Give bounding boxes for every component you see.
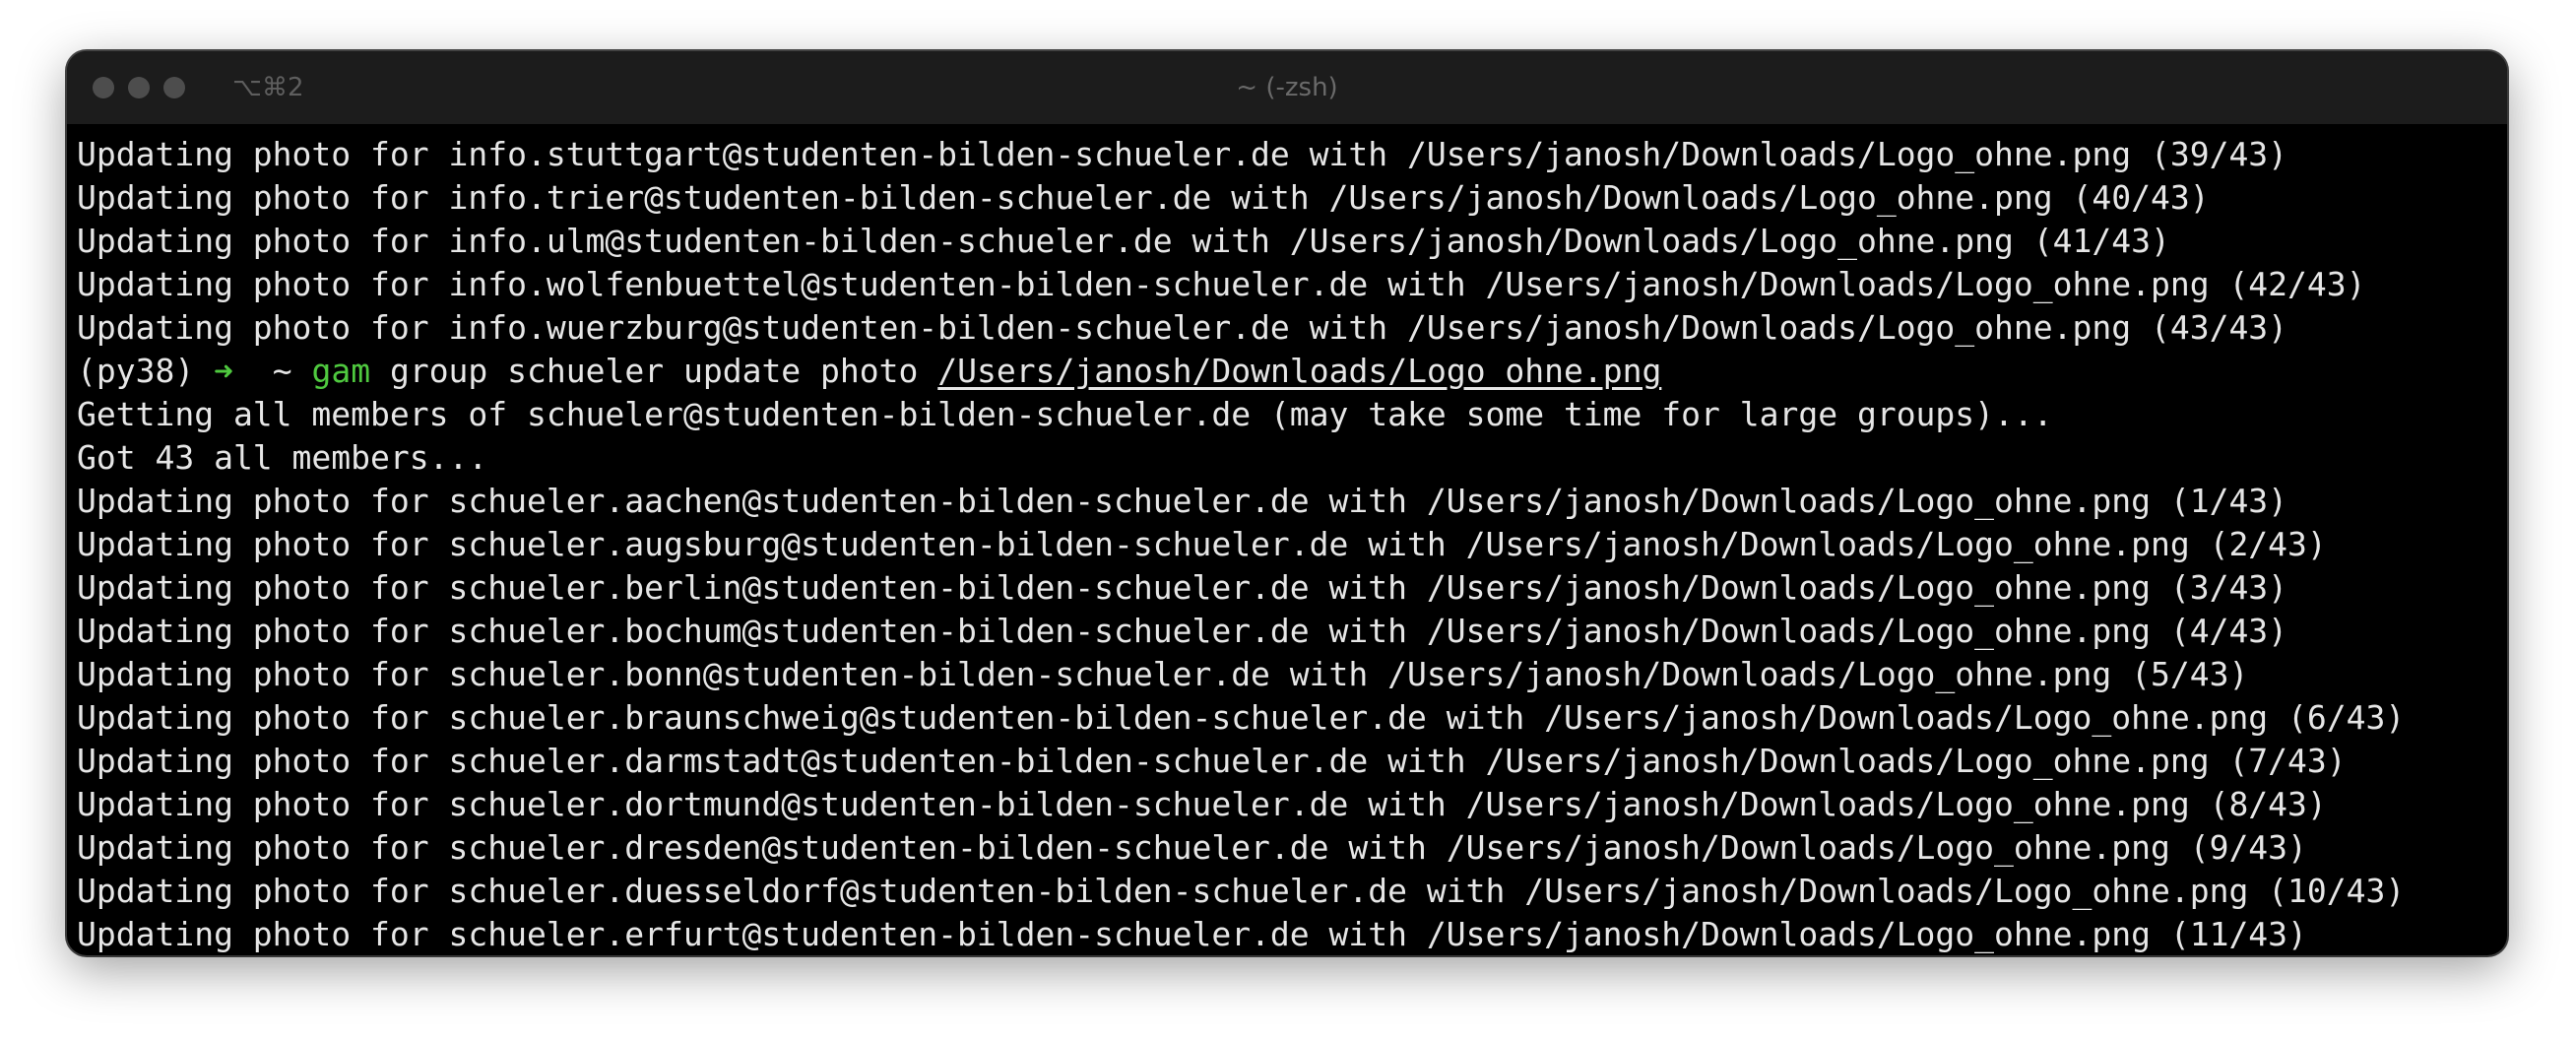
command-name: gam	[311, 352, 371, 390]
output-line: Updating photo for schueler.bochum@stude…	[77, 612, 2288, 650]
output-line: Updating photo for schueler.berlin@stude…	[77, 568, 2288, 607]
terminal-window: ⌥⌘2 ~ (-zsh) Updating photo for info.stu…	[67, 51, 2507, 955]
output-line: Updating photo for schueler.dresden@stud…	[77, 828, 2307, 867]
terminal-output[interactable]: Updating photo for info.stuttgart@studen…	[77, 133, 2507, 955]
command-arguments: group schueler update photo	[389, 352, 919, 390]
output-line: Got 43 all members...	[77, 438, 488, 477]
prompt-arrow-icon: ➜	[214, 352, 233, 390]
output-line: Updating photo for schueler.braunschweig…	[77, 698, 2406, 737]
window-title: ~ (-zsh)	[1236, 73, 1338, 102]
output-line: Updating photo for info.stuttgart@studen…	[77, 135, 2288, 173]
command-prompt-line: (py38) ➜ ~ gam group schueler update pho…	[77, 350, 2507, 393]
output-line: Updating photo for info.wolfenbuettel@st…	[77, 265, 2366, 303]
output-line: Updating photo for info.trier@studenten-…	[77, 178, 2210, 217]
output-line: Updating photo for schueler.dortmund@stu…	[77, 785, 2327, 823]
output-line: Updating photo for schueler.bonn@student…	[77, 655, 2249, 693]
output-line: Updating photo for schueler.aachen@stude…	[77, 482, 2288, 520]
title-bar[interactable]: ⌥⌘2 ~ (-zsh)	[67, 51, 2507, 124]
output-line: Updating photo for info.ulm@studenten-bi…	[77, 222, 2170, 260]
file-path-argument[interactable]: /Users/janosh/Downloads/Logo_ohne.png	[937, 352, 1661, 390]
prompt-directory: ~	[272, 352, 292, 390]
output-line: Updating photo for schueler.darmstadt@st…	[77, 742, 2347, 780]
virtualenv-indicator: (py38)	[77, 352, 195, 390]
output-line: Updating photo for schueler.augsburg@stu…	[77, 525, 2327, 563]
output-line: Updating photo for info.wuerzburg@studen…	[77, 308, 2288, 347]
output-line: Getting all members of schueler@studente…	[77, 395, 2053, 433]
output-line: Updating photo for schueler.erfurt@stude…	[77, 915, 2307, 953]
output-line: Updating photo for schueler.duesseldorf@…	[77, 872, 2406, 910]
